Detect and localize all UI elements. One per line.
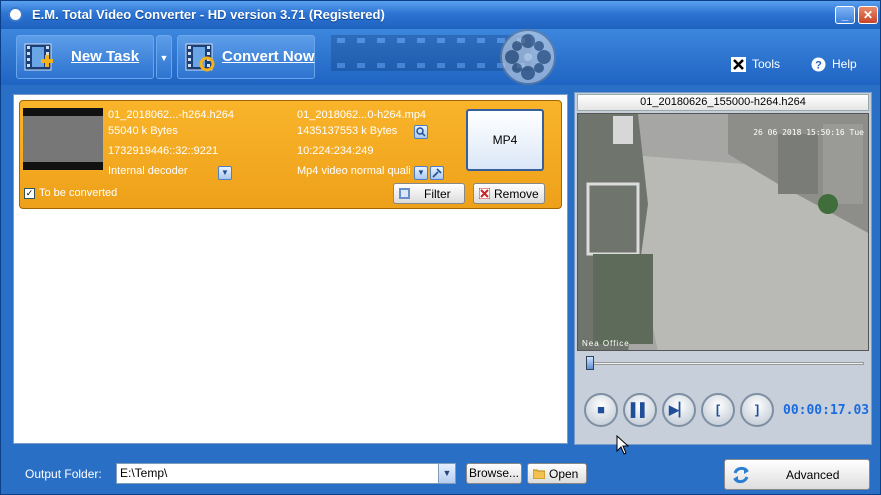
filter-icon — [399, 188, 410, 199]
convert-film-icon — [185, 43, 215, 72]
app-icon[interactable] — [8, 7, 23, 22]
output-folder-dropdown-button[interactable]: ▼ — [438, 464, 455, 483]
decoder-label: Internal decoder — [108, 165, 188, 177]
film-reel-decoration-icon — [500, 29, 556, 85]
open-label: Open — [549, 467, 579, 481]
output-filename: 01_2018062...0-h264.mp4 — [297, 109, 427, 121]
output-size: 1435137553 k Bytes — [297, 125, 398, 137]
task-thumbnail — [23, 108, 103, 170]
pause-icon: ▌▌ — [630, 402, 650, 417]
mouse-cursor-icon — [616, 435, 630, 455]
browse-button[interactable]: Browse... — [466, 463, 522, 484]
folder-icon — [533, 469, 545, 479]
convert-now-button[interactable]: Convert Now — [177, 35, 315, 79]
close-button[interactable]: ✕ — [858, 6, 878, 24]
new-task-label: New Task — [71, 48, 140, 65]
profile-label: Mp4 video normal quality — [297, 165, 411, 177]
magnifier-icon — [416, 127, 426, 137]
help-menu[interactable]: ? Help — [811, 57, 857, 72]
mark-in-icon: [ — [715, 402, 721, 417]
filter-button[interactable]: Filter — [393, 183, 465, 204]
mark-out-icon: ] — [754, 402, 760, 417]
remove-label: Remove — [494, 187, 539, 201]
pause-button[interactable]: ▌▌ — [623, 393, 657, 427]
step-forward-icon: ▶▏ — [669, 402, 689, 417]
bottom-bar: Output Folder: E:\Temp\ ▼ Browse... Open… — [1, 453, 880, 494]
preview-filename: 01_20180626_155000-h264.h264 — [577, 94, 869, 111]
title-bar: E.M. Total Video Converter - HD version … — [1, 1, 880, 29]
output-folder-field[interactable]: E:\Temp\ — [116, 463, 456, 484]
tools-menu[interactable]: Tools — [731, 57, 781, 73]
filter-label: Filter — [424, 187, 451, 201]
svg-text:?: ? — [815, 60, 822, 72]
refresh-icon — [733, 466, 749, 484]
convert-now-label: Convert Now — [222, 48, 315, 65]
video-frame: 26 06 2018 15:50:16 Tue Nea Office — [577, 113, 869, 351]
street-scene-image — [578, 114, 868, 350]
help-label: Help — [832, 57, 857, 71]
advanced-label: Advanced — [786, 468, 840, 482]
output-format-button[interactable]: MP4 — [466, 109, 544, 171]
remove-button[interactable]: Remove — [473, 183, 545, 204]
profile-dropdown-button[interactable]: ▼ — [414, 166, 428, 180]
output-folder-label: Output Folder: — [25, 467, 102, 481]
mark-in-button[interactable]: [ — [701, 393, 735, 427]
playback-controls: ■ ▌▌ ▶▏ [ ] 00:00:17.03 — [578, 391, 870, 433]
slider-track — [586, 362, 864, 365]
step-forward-button[interactable]: ▶▏ — [662, 393, 696, 427]
toolbar: New Task ▼ Convert Now Tools ? Help — [1, 29, 880, 85]
help-icon: ? — [811, 57, 826, 72]
source-info: 1732919446::32::9221 — [108, 145, 219, 157]
source-size: 55040 k Bytes — [108, 125, 178, 137]
output-info: 10:224:234:249 — [297, 145, 374, 157]
playback-timer: 00:00:17.03 — [783, 403, 870, 418]
tools-label: Tools — [752, 57, 781, 71]
task-list: 01_2018062...-h264.h264 55040 k Bytes 17… — [13, 94, 568, 444]
new-task-button[interactable]: New Task — [16, 35, 154, 79]
source-filename: 01_2018062...-h264.h264 — [108, 109, 235, 121]
mark-out-button[interactable]: ] — [740, 393, 774, 427]
video-camera-label: Nea Office — [582, 339, 630, 348]
slider-handle[interactable] — [586, 356, 594, 370]
profile-settings-button[interactable] — [430, 166, 444, 180]
preview-panel: 01_20180626_155000-h264.h264 26 06 2018 … — [574, 92, 872, 445]
new-task-dropdown-button[interactable]: ▼ — [156, 35, 172, 79]
stop-icon: ■ — [597, 402, 605, 417]
output-search-button[interactable] — [414, 125, 428, 139]
playback-slider[interactable] — [578, 356, 868, 370]
decoder-dropdown-button[interactable]: ▼ — [218, 166, 232, 180]
wrench-icon — [432, 168, 442, 178]
open-button[interactable]: Open — [527, 463, 587, 484]
app-window: E.M. Total Video Converter - HD version … — [0, 0, 881, 495]
stop-button[interactable]: ■ — [584, 393, 618, 427]
window-title: E.M. Total Video Converter - HD version … — [32, 7, 385, 22]
minimize-button[interactable]: _ — [835, 6, 855, 24]
advanced-button[interactable]: Advanced — [724, 459, 870, 490]
video-timestamp-overlay: 26 06 2018 15:50:16 Tue — [753, 128, 864, 137]
to-be-converted-checkbox[interactable]: ✓ — [24, 188, 35, 199]
new-task-film-icon — [24, 43, 53, 71]
tools-icon — [731, 57, 746, 73]
task-item[interactable]: 01_2018062...-h264.h264 55040 k Bytes 17… — [19, 100, 562, 209]
remove-icon — [479, 188, 490, 199]
to-be-converted-label: To be converted — [39, 187, 118, 199]
